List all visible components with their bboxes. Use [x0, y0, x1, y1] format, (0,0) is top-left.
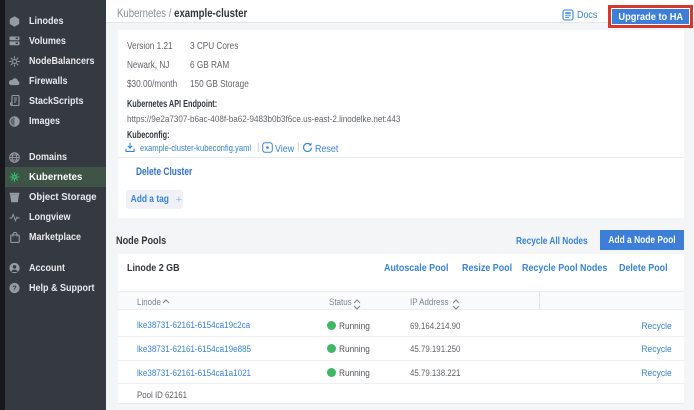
svg-text:?: ?	[12, 284, 17, 293]
